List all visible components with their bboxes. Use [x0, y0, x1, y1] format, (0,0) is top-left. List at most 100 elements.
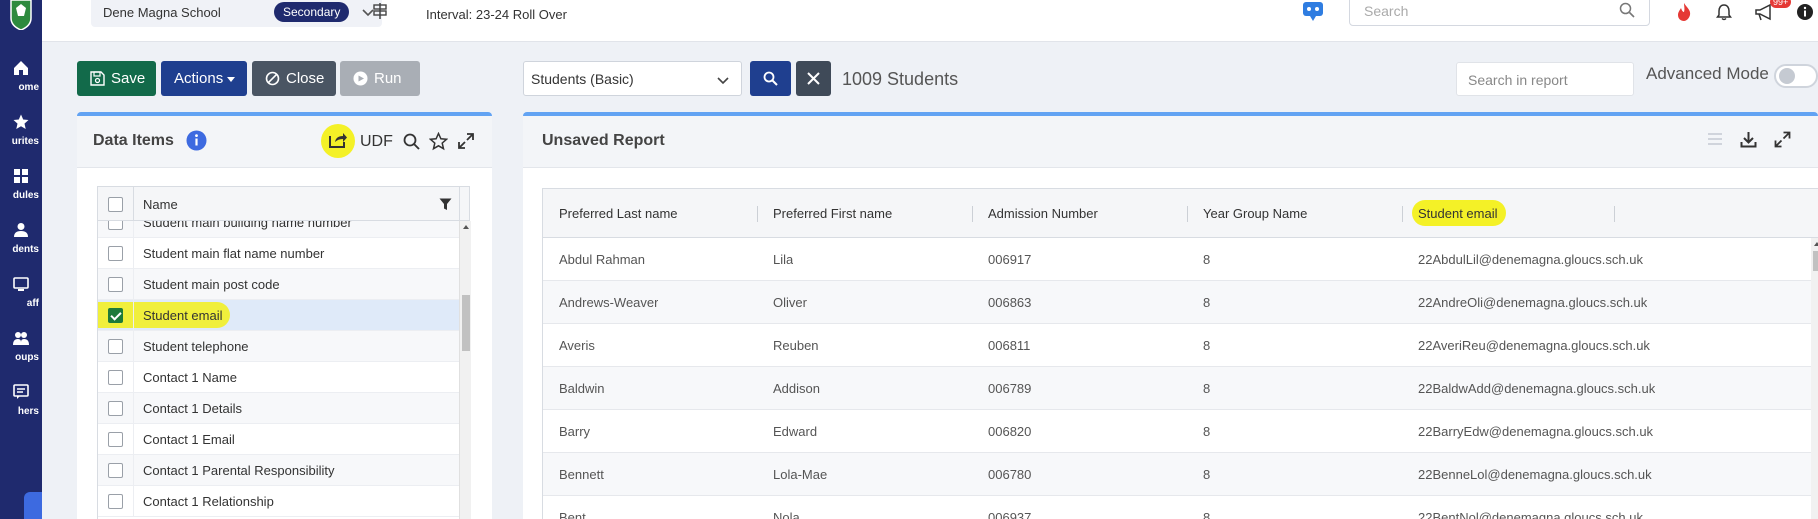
scroll-thumb[interactable]: [1813, 251, 1818, 271]
search-icon[interactable]: [1619, 2, 1635, 18]
info-icon[interactable]: [1796, 3, 1814, 21]
data-items-panel: Data Items UDF Name Student main buildin…: [77, 112, 492, 519]
list-item-label: Contact 1 Details: [143, 401, 242, 416]
scroll-thumb[interactable]: [462, 295, 470, 351]
menu-icon[interactable]: [1707, 132, 1723, 146]
table-row[interactable]: Bent Nola 006937 8 22BentNol@denemagna.glouc…: [543, 496, 1818, 519]
left-nav: ome urites dules dents aff oups hers: [0, 0, 42, 519]
list-item[interactable]: Student main flat name number: [98, 238, 459, 269]
column-header-3[interactable]: Year Group Name: [1203, 206, 1307, 221]
clear-search-button[interactable]: [796, 61, 831, 96]
row-checkbox[interactable]: [108, 221, 123, 230]
actions-button[interactable]: Actions: [161, 61, 247, 96]
table-row[interactable]: Baldwin Addison 006789 8 22BaldwAdd@denemagn…: [543, 367, 1818, 410]
table-row[interactable]: Abdul Rahman Lila 006917 8 22AbdulLil@denema…: [543, 238, 1818, 281]
table-cell: Andrews-Weaver: [559, 295, 659, 310]
table-cell: 8: [1203, 467, 1211, 482]
bell-icon[interactable]: [1715, 3, 1733, 21]
filter-icon[interactable]: [439, 198, 452, 211]
data-items-scrollbar[interactable]: [459, 221, 471, 519]
nav-item-others[interactable]: hers: [0, 384, 42, 440]
advanced-mode-toggle[interactable]: [1774, 64, 1818, 88]
report-type-value: Students (Basic): [531, 71, 634, 87]
run-button[interactable]: Run: [340, 61, 420, 96]
expand-icon[interactable]: [457, 132, 475, 150]
list-item[interactable]: Student main post code: [98, 269, 459, 300]
row-checkbox[interactable]: [108, 308, 123, 323]
table-cell: 22AbdulLil@denemagna.gloucs.sch.uk: [1418, 252, 1643, 267]
table-row[interactable]: Barry Edward 006820 8 22BarryEdw@denemagna.g…: [543, 410, 1818, 453]
report-scrollbar[interactable]: [1811, 238, 1818, 519]
nav-item-groups[interactable]: oups: [0, 330, 42, 386]
udf-button[interactable]: UDF: [360, 133, 393, 151]
row-checkbox[interactable]: [108, 339, 123, 354]
table-cell: 006811: [988, 338, 1031, 353]
checkbox-cell: [98, 424, 134, 455]
expand-icon[interactable]: [1774, 131, 1791, 148]
table-cell: 006917: [988, 252, 1032, 267]
table-cell: 006863: [988, 295, 1032, 310]
list-item[interactable]: Contact 1 Name: [98, 362, 459, 393]
column-divider[interactable]: [1402, 206, 1403, 222]
chatbot-icon[interactable]: [1300, 0, 1326, 24]
row-checkbox[interactable]: [108, 246, 123, 261]
report-search-input[interactable]: [1468, 72, 1618, 88]
column-divider[interactable]: [972, 206, 973, 222]
nav-item-label: oups: [15, 352, 39, 363]
scroll-up-icon[interactable]: [463, 225, 469, 229]
list-item[interactable]: Contact 1 Email: [98, 424, 459, 455]
nav-item-modules[interactable]: dules: [0, 168, 42, 224]
row-checkbox[interactable]: [108, 370, 123, 385]
run-search-button[interactable]: [750, 61, 791, 96]
select-all-checkbox[interactable]: [108, 197, 123, 212]
list-item[interactable]: Student email: [98, 300, 459, 331]
row-checkbox[interactable]: [108, 432, 123, 447]
global-search-input[interactable]: [1364, 3, 1604, 19]
table-cell: 8: [1203, 381, 1211, 396]
column-divider[interactable]: [1614, 206, 1615, 222]
table-row[interactable]: Bennett Lola-Mae 006780 8 22BenneLol@denemag…: [543, 453, 1818, 496]
checkbox-cell: [98, 455, 134, 486]
nav-active-tab[interactable]: [24, 492, 42, 519]
flame-icon[interactable]: [1675, 2, 1693, 22]
row-checkbox[interactable]: [108, 494, 123, 509]
info-circle-icon[interactable]: [186, 130, 207, 151]
nav-item-staff[interactable]: aff: [0, 276, 42, 332]
column-header-0[interactable]: Preferred Last name: [559, 206, 678, 221]
row-checkbox[interactable]: [108, 277, 123, 292]
list-item[interactable]: Contact 1 Relationship: [98, 486, 459, 517]
table-row[interactable]: Averis Reuben 006811 8 22AveriReu@denemagna.…: [543, 324, 1818, 367]
row-checkbox[interactable]: [108, 463, 123, 478]
nav-item-home[interactable]: ome: [0, 60, 42, 116]
search-icon[interactable]: [403, 133, 420, 150]
save-button[interactable]: Save: [77, 61, 156, 96]
list-item[interactable]: Student telephone: [98, 331, 459, 362]
list-item[interactable]: Contact 1 Details: [98, 393, 459, 424]
column-divider[interactable]: [1187, 206, 1188, 222]
nav-item-label: ome: [18, 82, 39, 93]
column-header-2[interactable]: Admission Number: [988, 206, 1098, 221]
signpost-icon[interactable]: [371, 2, 389, 20]
staff-icon: [13, 277, 29, 291]
row-checkbox[interactable]: [108, 401, 123, 416]
nav-item-star[interactable]: urites: [0, 114, 42, 170]
list-item[interactable]: Contact 1 Parental Responsibility: [98, 455, 459, 486]
column-header-4[interactable]: Student email: [1418, 206, 1498, 221]
data-items-grid: Name Student main building name number St…: [97, 186, 471, 519]
checkbox-cell: [98, 221, 134, 238]
column-header-1[interactable]: Preferred First name: [773, 206, 892, 221]
school-selector[interactable]: Dene Magna School Secondary: [91, 0, 382, 27]
nav-item-students[interactable]: dents: [0, 222, 42, 278]
table-cell: Edward: [773, 424, 818, 439]
name-column-header[interactable]: Name: [143, 197, 178, 212]
table-row[interactable]: Andrews-Weaver Oliver 006863 8 22AndreOli@de…: [543, 281, 1818, 324]
close-button[interactable]: Close: [252, 61, 336, 96]
share-export-icon[interactable]: [328, 130, 348, 149]
report-type-select[interactable]: Students (Basic): [523, 61, 742, 96]
scroll-up-icon[interactable]: [1814, 242, 1818, 246]
column-divider[interactable]: [757, 206, 758, 222]
star-icon[interactable]: [429, 132, 448, 151]
report-title: Unsaved Report: [542, 132, 665, 149]
list-item[interactable]: Student main building name number: [98, 221, 459, 238]
download-icon[interactable]: [1740, 131, 1757, 148]
